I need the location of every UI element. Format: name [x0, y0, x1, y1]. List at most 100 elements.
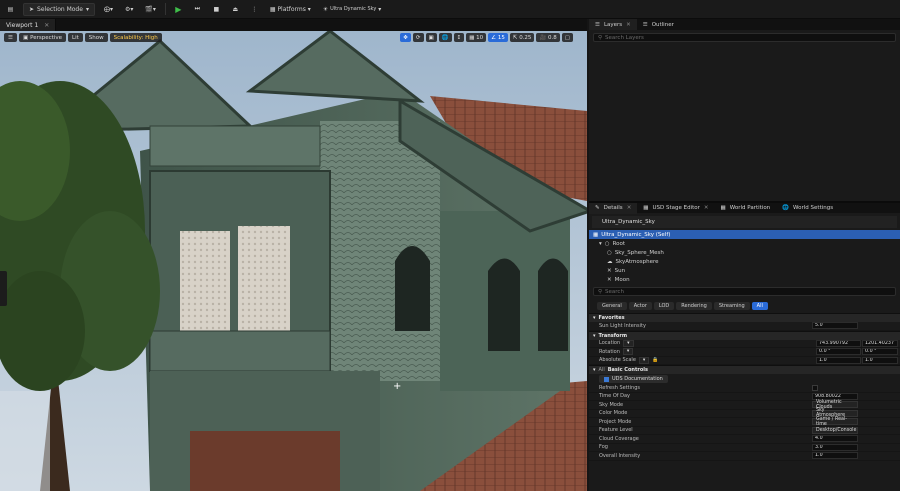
platforms-button[interactable]: ▦ Platforms ▾: [267, 3, 314, 16]
blueprint-icon[interactable]: ⚙▾: [122, 3, 136, 16]
camera-speed-button[interactable]: 🎥 0.8: [536, 33, 560, 42]
tree-item-sky-atmosphere[interactable]: ☁ SkyAtmosphere: [589, 257, 900, 266]
scale-mode-dropdown[interactable]: ▾: [638, 356, 650, 364]
tree-item-self[interactable]: ▦ Ultra_Dynamic_Sky (Self): [589, 230, 900, 239]
tab-details[interactable]: ✎ Details ✕: [589, 203, 638, 214]
close-icon[interactable]: ✕: [44, 22, 49, 29]
category-rendering[interactable]: Rendering: [676, 302, 712, 310]
level-viewport[interactable]: ☰ ▣ Perspective Lit Show Scalability: Hi…: [0, 31, 587, 491]
play-button[interactable]: ▶: [172, 3, 185, 16]
refresh-settings-checkbox[interactable]: [812, 384, 818, 391]
actor-name-field[interactable]: Ultra_Dynamic_Sky: [592, 216, 897, 228]
scale-row: Absolute Scale ▾ 🔒 1.0 1.0: [589, 356, 900, 365]
scale-y-input[interactable]: 1.0: [862, 356, 898, 364]
location-mode-dropdown[interactable]: ▾: [623, 339, 634, 347]
refresh-settings-row: Refresh Settings: [589, 384, 900, 393]
category-general[interactable]: General: [597, 302, 627, 310]
close-icon[interactable]: ✕: [627, 205, 632, 211]
rotation-y-input[interactable]: 0.0 °: [862, 348, 898, 356]
platforms-grid-icon: ▦: [269, 5, 276, 13]
layers-search-input[interactable]: ⚲ Search Layers: [593, 33, 896, 42]
tab-layers[interactable]: ☰ Layers ✕: [589, 19, 637, 30]
rotation-snap-button[interactable]: ∠ 15: [488, 33, 508, 42]
tree-item-label: Sky_Sphere_Mesh: [614, 249, 664, 256]
tab-world-settings[interactable]: 🌐 World Settings: [776, 203, 839, 214]
selection-mode-dropdown[interactable]: ➤ Selection Mode ▾: [23, 2, 95, 16]
more-options-icon[interactable]: ⋮: [248, 3, 261, 16]
layers-panel: ☰ Layers ✕ ☰ Outliner ⚲ Search Layers: [589, 19, 900, 201]
prop-value: 1.0: [819, 357, 827, 363]
time-of-day-input[interactable]: 908.80022: [812, 392, 858, 400]
maximize-viewport-icon[interactable]: ▢: [561, 33, 573, 42]
skip-icon[interactable]: ⏭: [191, 3, 204, 16]
tab-world-partition[interactable]: ▦ World Partition: [715, 203, 777, 214]
sun-light-intensity-row: Sun Light Intensity 5.0: [589, 322, 900, 331]
category-label: LOD: [658, 303, 670, 309]
overall-intensity-input[interactable]: 1.0: [812, 452, 858, 460]
mesh-icon: ○: [607, 249, 612, 256]
category-label: General: [602, 303, 622, 309]
toolbar-separator: [164, 3, 166, 15]
scalability-warning[interactable]: Scalability: High: [109, 33, 162, 42]
cinematics-icon[interactable]: 🎬▾: [142, 3, 158, 16]
project-mode-dropdown[interactable]: Game / Real-time: [812, 416, 858, 427]
category-label: Streaming: [718, 303, 745, 309]
chevron-down-icon: ▾: [85, 5, 89, 13]
category-all[interactable]: All: [751, 302, 768, 310]
basic-controls-section-header[interactable]: ▾ All Basic Controls: [589, 365, 900, 374]
uds-documentation-button[interactable]: UDS Documentation: [599, 375, 668, 383]
close-icon[interactable]: ✕: [626, 22, 631, 28]
location-y-input[interactable]: 1201.40237: [862, 339, 898, 347]
rotate-tool-icon[interactable]: ⟳: [412, 33, 424, 42]
tab-world-settings-label: World Settings: [793, 205, 834, 211]
translate-tool-icon[interactable]: ✥: [400, 33, 411, 42]
stop-icon[interactable]: ■: [210, 3, 223, 16]
rotation-mode-dropdown[interactable]: ▾: [622, 348, 634, 356]
save-icon[interactable]: ▤: [4, 3, 17, 16]
sky-preset-button[interactable]: ☀ Ultra Dynamic Sky ▾: [320, 3, 384, 16]
world-partition-icon: ▦: [720, 205, 726, 211]
overall-intensity-row: Overall Intensity 1.0: [589, 452, 900, 461]
category-streaming[interactable]: Streaming: [713, 302, 750, 310]
prop-value: Game / Real-time: [816, 416, 848, 427]
close-icon[interactable]: ✕: [704, 205, 709, 211]
world-space-icon[interactable]: 🌐: [438, 33, 452, 42]
viewport-tab[interactable]: Viewport 1 ✕: [0, 19, 57, 31]
fog-input[interactable]: 3.0: [812, 443, 858, 451]
favorites-section-header[interactable]: ▾ Favorites: [589, 313, 900, 322]
tree-item-moon[interactable]: ✕ Moon: [589, 275, 900, 284]
surface-snap-icon[interactable]: ↕: [453, 33, 465, 42]
add-content-icon[interactable]: ⨁▾: [101, 3, 116, 16]
rotation-x-input[interactable]: 0.0 °: [816, 348, 861, 356]
show-button[interactable]: Show: [84, 33, 108, 42]
prop-value: 4.0: [815, 436, 823, 442]
location-x-input[interactable]: 743.990792: [816, 339, 861, 347]
scale-snap-button[interactable]: ⇱ 0.25: [509, 33, 535, 42]
eject-icon[interactable]: ⏏: [229, 3, 242, 16]
tree-item-sun[interactable]: ✕ Sun: [589, 266, 900, 275]
sun-light-intensity-input[interactable]: 5.0: [812, 322, 858, 330]
cloud-coverage-input[interactable]: 4.0: [812, 435, 858, 443]
panel-collapse-handle[interactable]: [0, 271, 7, 306]
lit-button[interactable]: Lit: [68, 33, 83, 42]
tree-item-sky-sphere[interactable]: ○ Sky_Sphere_Mesh: [589, 248, 900, 257]
feature-level-dropdown[interactable]: Desktop/Console: [812, 426, 858, 434]
prop-value: 1.0: [865, 357, 873, 363]
category-actor[interactable]: Actor: [628, 302, 652, 310]
arched-window-1: [395, 246, 430, 331]
all-label: All: [598, 367, 605, 373]
transform-section-header[interactable]: ▾ Transform: [589, 330, 900, 340]
perspective-button[interactable]: ▣ Perspective: [18, 33, 66, 42]
color-mode-dropdown[interactable]: Sky Atmosphere: [812, 408, 858, 418]
viewport-menu-button[interactable]: ☰: [4, 33, 17, 42]
lock-icon[interactable]: 🔒: [652, 357, 658, 363]
grid-snap-button[interactable]: ▦ 10: [466, 33, 487, 42]
tab-usd-stage-editor[interactable]: ▦ USD Stage Editor ✕: [637, 203, 714, 214]
category-lod[interactable]: LOD: [653, 302, 675, 310]
scale-x-input[interactable]: 1.0: [816, 356, 861, 364]
details-search-input[interactable]: ⚲ Search: [593, 287, 896, 296]
prop-label: Absolute Scale: [599, 357, 636, 364]
tree-item-root[interactable]: ▾ ○ Root: [589, 239, 900, 248]
scale-tool-icon[interactable]: ▣: [425, 33, 437, 42]
tab-outliner[interactable]: ☰ Outliner: [637, 19, 680, 30]
